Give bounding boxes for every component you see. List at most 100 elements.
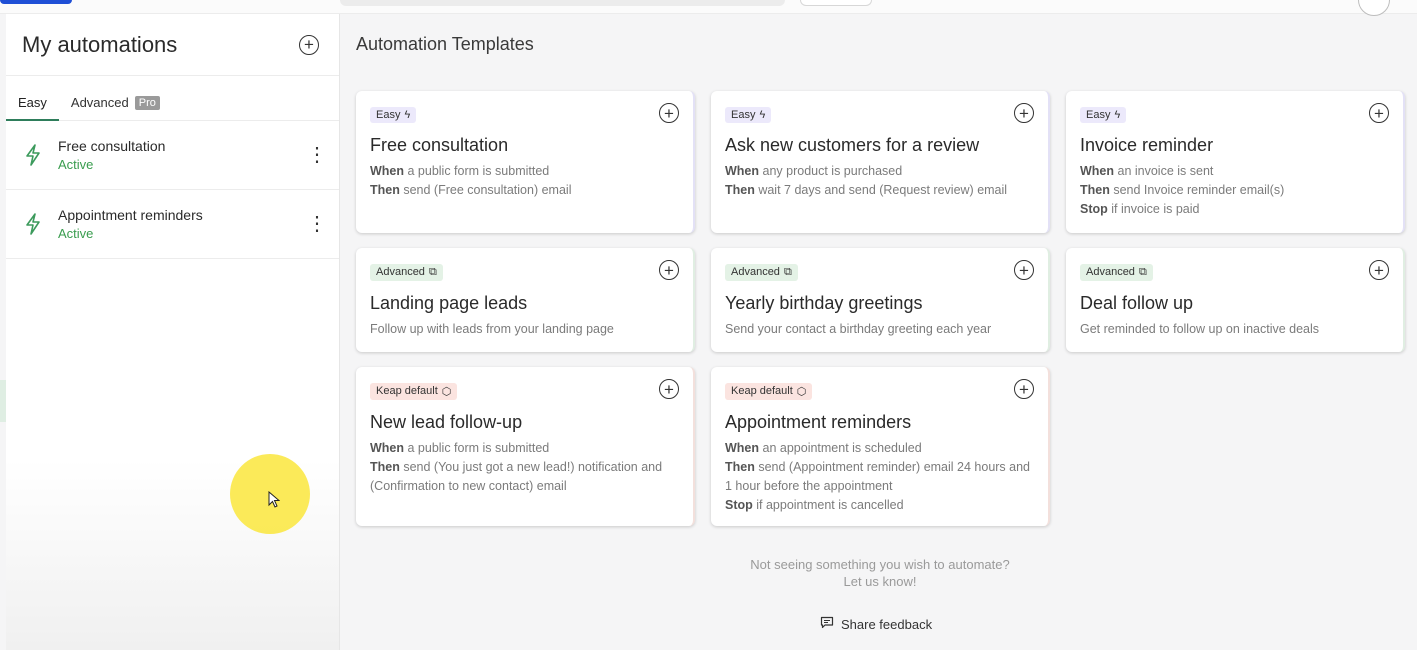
card-title: Appointment reminders: [725, 411, 912, 432]
badge-label: Easy: [376, 109, 401, 121]
lightning-icon: ϟ: [1114, 109, 1121, 121]
desc-text: any product is purchased: [759, 164, 903, 178]
card-description: When an invoice is sent Then send Invoic…: [1080, 162, 1389, 219]
desc-text: send (Free consultation) email: [399, 183, 572, 197]
badge-label: Advanced: [376, 266, 425, 278]
desc-keyword: Then: [370, 459, 400, 474]
lightning-icon: ϟ: [759, 109, 766, 121]
advanced-badge: Advanced ⧉: [370, 263, 443, 281]
card-description: When a public form is submitted Then sen…: [370, 162, 679, 200]
card-description: When a public form is submitted Then sen…: [370, 439, 679, 496]
template-card-review[interactable]: Easy ϟ + Ask new customers for a review W…: [711, 91, 1050, 233]
advanced-badge: Advanced ⧉: [725, 263, 798, 281]
desc-keyword: Then: [370, 183, 400, 197]
template-card-deal-follow-up[interactable]: Advanced ⧉ + Deal follow up Get reminded …: [1066, 248, 1405, 352]
desc-text: send Invoice reminder email(s): [1109, 183, 1285, 197]
workflow-icon: ⧉: [1138, 265, 1147, 278]
add-template-icon[interactable]: +: [1369, 103, 1389, 123]
card-title: Deal follow up: [1080, 292, 1194, 313]
tab-advanced[interactable]: Advanced Pro: [59, 95, 172, 120]
desc-keyword: When: [1080, 164, 1115, 178]
add-template-icon[interactable]: +: [659, 103, 679, 123]
desc-keyword: Stop: [1080, 202, 1108, 216]
easy-badge: Easy ϟ: [370, 107, 417, 123]
template-card-birthday[interactable]: Advanced ⧉ + Yearly birthday greetings Se…: [711, 248, 1050, 352]
add-template-icon[interactable]: +: [1014, 379, 1034, 399]
card-title: New lead follow-up: [370, 411, 523, 432]
easy-badge: Easy ϟ: [1080, 107, 1127, 123]
package-icon: ⬡: [441, 385, 452, 398]
automation-name: Appointment reminders: [58, 207, 203, 223]
card-description: When an appointment is scheduled Then se…: [725, 439, 1034, 515]
desc-text: if invoice is paid: [1107, 202, 1200, 216]
sidebar-item-free-consultation[interactable]: Free consultation Active ⋮: [6, 121, 339, 190]
card-title: Free consultation: [370, 135, 509, 155]
sidebar-item-appointment-reminders[interactable]: Appointment reminders Active ⋮: [6, 190, 339, 259]
more-options-icon[interactable]: ⋮: [307, 214, 327, 234]
add-template-icon[interactable]: +: [659, 379, 679, 399]
more-options-icon[interactable]: ⋮: [307, 145, 327, 165]
template-card-free-consultation[interactable]: Easy ϟ + Free consultation When a public …: [356, 91, 695, 233]
card-description: When any product is purchased Then wait …: [725, 162, 1034, 200]
keap-default-badge: Keap default ⬡: [370, 382, 458, 400]
sidebar-title: My automations: [22, 31, 178, 57]
template-card-new-lead[interactable]: Keap default ⬡ + New lead follow-up When …: [356, 367, 695, 526]
desc-text: send (You just got a new lead!) notifica…: [370, 459, 663, 493]
sidebar-header: My automations +: [6, 14, 339, 76]
sidebar: My automations + Easy Advanced Pro Free …: [6, 14, 340, 650]
badge-label: Easy: [1086, 109, 1111, 121]
easy-badge: Easy ϟ: [725, 107, 772, 123]
footer-note: Not seeing something you wish to automat…: [720, 556, 1040, 590]
top-search-bar[interactable]: [340, 0, 785, 6]
badge-label: Easy: [731, 109, 756, 121]
tab-advanced-label: Advanced: [70, 95, 129, 110]
card-description: Get reminded to follow up on inactive de…: [1080, 321, 1320, 336]
template-card-appointment-reminders[interactable]: Keap default ⬡ + Appointment reminders Wh…: [711, 367, 1050, 526]
top-small-button[interactable]: [800, 0, 872, 6]
top-primary-button[interactable]: [0, 0, 72, 4]
add-template-icon[interactable]: +: [659, 260, 679, 280]
desc-text: if appointment is cancelled: [752, 497, 904, 512]
desc-keyword: When: [370, 440, 405, 455]
desc-keyword: Then: [725, 183, 755, 197]
badge-label: Keap default: [731, 385, 793, 397]
add-template-icon[interactable]: +: [1014, 260, 1034, 280]
workflow-icon: ⧉: [428, 265, 437, 278]
card-description: Send your contact a birthday greeting ea…: [725, 321, 992, 336]
template-card-invoice-reminder[interactable]: Easy ϟ + Invoice reminder When an invoice…: [1066, 91, 1405, 233]
sidebar-tabs: Easy Advanced Pro: [6, 76, 339, 121]
footer-note-line: Not seeing something you wish to automat…: [750, 557, 1010, 572]
footer-note-line: Let us know!: [843, 574, 917, 589]
badge-label: Keap default: [376, 385, 438, 397]
desc-text: send (Appointment reminder) email 24 hou…: [725, 459, 1031, 493]
add-template-icon[interactable]: +: [1369, 260, 1389, 280]
add-automation-icon[interactable]: +: [299, 34, 319, 55]
card-title: Invoice reminder: [1080, 135, 1214, 155]
keap-default-badge: Keap default ⬡: [725, 382, 813, 400]
desc-keyword: Then: [725, 459, 755, 474]
desc-text: a public form is submitted: [404, 164, 550, 178]
pro-badge: Pro: [134, 95, 160, 110]
package-icon: ⬡: [796, 385, 807, 398]
desc-text: an invoice is sent: [1114, 164, 1214, 178]
tab-easy-label: Easy: [18, 95, 47, 110]
desc-keyword: When: [725, 164, 760, 178]
badge-label: Advanced: [1086, 266, 1135, 278]
templates-panel: Automation Templates Easy ϟ + Free consul…: [340, 14, 1417, 650]
lightning-icon: ϟ: [404, 109, 411, 121]
page-title: Automation Templates: [356, 34, 534, 54]
feedback-icon: [820, 616, 834, 632]
template-card-landing-page-leads[interactable]: Advanced ⧉ + Landing page leads Follow up…: [356, 248, 695, 352]
add-template-icon[interactable]: +: [1014, 103, 1034, 123]
automation-status: Active: [58, 226, 94, 241]
card-description: Follow up with leads from your landing p…: [370, 321, 614, 336]
workflow-icon: ⧉: [783, 265, 792, 278]
mouse-cursor-icon: [268, 490, 281, 514]
desc-keyword: Then: [1080, 183, 1110, 197]
desc-text: wait 7 days and send (Request review) em…: [754, 183, 1008, 197]
automation-name: Free consultation: [58, 138, 166, 154]
advanced-badge: Advanced ⧉: [1080, 263, 1153, 281]
share-feedback-button[interactable]: Share feedback: [820, 616, 932, 632]
feedback-label: Share feedback: [841, 616, 933, 632]
tab-easy[interactable]: Easy: [6, 95, 59, 121]
